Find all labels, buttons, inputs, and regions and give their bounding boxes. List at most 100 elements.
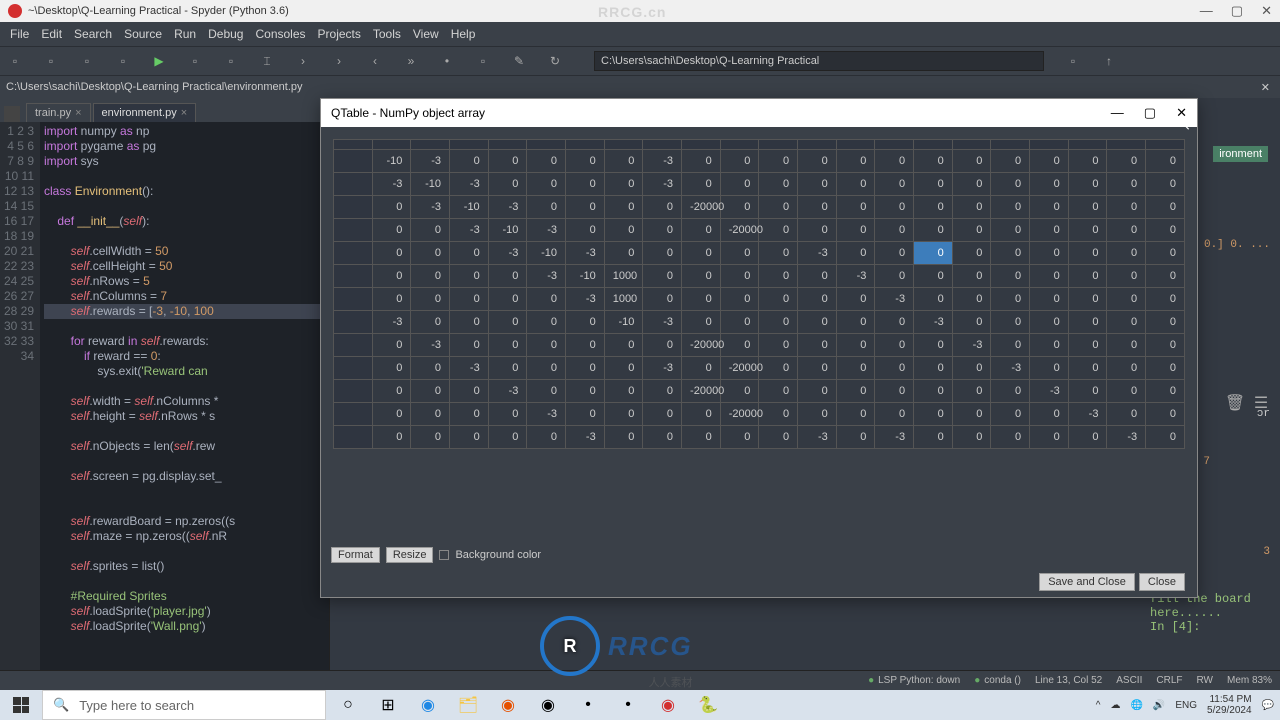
code-editor[interactable]: import numpy as np import pygame as pg i… xyxy=(40,122,329,720)
minimize-button[interactable]: — xyxy=(1200,3,1213,19)
table-cell[interactable]: 0 xyxy=(1146,196,1185,219)
table-cell[interactable]: 0 xyxy=(952,380,991,403)
table-cell[interactable]: 0 xyxy=(1068,426,1107,449)
table-cell[interactable]: 0 xyxy=(798,219,837,242)
table-cell[interactable]: 0 xyxy=(527,334,566,357)
table-cell[interactable]: 0 xyxy=(914,173,953,196)
table-cell[interactable]: 0 xyxy=(1146,334,1185,357)
table-cell[interactable]: 0 xyxy=(1030,288,1069,311)
tray-lang-icon[interactable]: ENG xyxy=(1175,700,1197,711)
table-cell[interactable]: 0 xyxy=(527,150,566,173)
table-cell[interactable]: 0 xyxy=(1030,196,1069,219)
new-file-icon[interactable]: ▫ xyxy=(8,54,22,68)
table-cell[interactable]: 0 xyxy=(488,403,527,426)
table-cell[interactable]: 0 xyxy=(1146,173,1185,196)
table-cell[interactable]: -3 xyxy=(527,403,566,426)
table-cell[interactable]: 0 xyxy=(836,311,875,334)
table-cell[interactable]: 0 xyxy=(836,150,875,173)
run-selection-icon[interactable]: ⌶ xyxy=(260,54,274,68)
table-cell[interactable]: 0 xyxy=(1030,426,1069,449)
table-cell[interactable]: 0 xyxy=(798,288,837,311)
row-header[interactable] xyxy=(334,150,373,173)
table-cell[interactable]: 0 xyxy=(604,219,643,242)
table-cell[interactable]: 0 xyxy=(604,334,643,357)
table-cell[interactable]: 0 xyxy=(1030,357,1069,380)
table-cell[interactable]: 0 xyxy=(1146,242,1185,265)
table-cell[interactable]: 0 xyxy=(682,265,721,288)
table-cell[interactable]: 0 xyxy=(1030,403,1069,426)
table-cell[interactable]: 0 xyxy=(566,173,605,196)
table-cell[interactable]: 0 xyxy=(836,219,875,242)
table-cell[interactable]: 0 xyxy=(875,357,914,380)
row-header[interactable] xyxy=(334,357,373,380)
table-cell[interactable]: 0 xyxy=(914,288,953,311)
table-cell[interactable]: 0 xyxy=(566,403,605,426)
debug-icon[interactable]: › xyxy=(296,54,310,68)
table-cell[interactable]: 0 xyxy=(372,196,411,219)
table-cell[interactable]: 0 xyxy=(604,380,643,403)
menu-view[interactable]: View xyxy=(407,25,445,43)
table-cell[interactable]: 0 xyxy=(372,219,411,242)
table-cell[interactable]: 0 xyxy=(952,426,991,449)
table-cell[interactable]: 0 xyxy=(450,380,489,403)
table-cell[interactable]: 0 xyxy=(488,357,527,380)
table-cell[interactable]: 0 xyxy=(411,311,450,334)
table-cell[interactable]: 0 xyxy=(527,311,566,334)
table-cell[interactable]: -20000 xyxy=(682,196,721,219)
table-cell[interactable]: 0 xyxy=(1146,150,1185,173)
table-cell[interactable]: 0 xyxy=(450,334,489,357)
tray-clock[interactable]: 11:54 PM 5/29/2024 xyxy=(1207,694,1252,716)
table-cell[interactable]: 0 xyxy=(914,242,953,265)
table-cell[interactable]: 0 xyxy=(914,357,953,380)
table-cell[interactable]: 0 xyxy=(372,265,411,288)
table-cell[interactable]: 0 xyxy=(952,242,991,265)
edge-icon[interactable]: ◉ xyxy=(410,690,446,720)
table-cell[interactable]: 0 xyxy=(1068,242,1107,265)
step-icon[interactable]: › xyxy=(332,54,346,68)
table-cell[interactable]: 0 xyxy=(682,150,721,173)
table-cell[interactable]: -10 xyxy=(566,265,605,288)
table-cell[interactable]: -3 xyxy=(566,288,605,311)
table-cell[interactable]: 0 xyxy=(759,265,798,288)
menu-run[interactable]: Run xyxy=(168,25,202,43)
table-cell[interactable]: 0 xyxy=(798,265,837,288)
bgcolor-checkbox[interactable] xyxy=(439,550,449,560)
row-header[interactable] xyxy=(334,380,373,403)
menu-source[interactable]: Source xyxy=(118,25,168,43)
table-cell[interactable]: -3 xyxy=(643,173,682,196)
table-cell[interactable]: 0 xyxy=(643,426,682,449)
table-cell[interactable]: 0 xyxy=(759,403,798,426)
table-cell[interactable]: 0 xyxy=(991,265,1030,288)
row-header[interactable] xyxy=(334,311,373,334)
table-cell[interactable]: 0 xyxy=(1146,311,1185,334)
table-cell[interactable]: 0 xyxy=(643,242,682,265)
table-cell[interactable]: 0 xyxy=(604,196,643,219)
table-cell[interactable]: 0 xyxy=(450,311,489,334)
table-cell[interactable]: 0 xyxy=(488,288,527,311)
table-cell[interactable]: 0 xyxy=(759,150,798,173)
table-cell[interactable]: 0 xyxy=(643,219,682,242)
table-cell[interactable]: 0 xyxy=(411,357,450,380)
table-cell[interactable]: 0 xyxy=(643,380,682,403)
table-cell[interactable]: -3 xyxy=(411,150,450,173)
table-cell[interactable]: 0 xyxy=(1107,196,1146,219)
save-and-close-button[interactable]: Save and Close xyxy=(1039,573,1135,591)
tab-environment-py[interactable]: environment.py× xyxy=(93,103,197,122)
maximize-button[interactable]: ▢ xyxy=(1231,3,1243,19)
table-cell[interactable]: 0 xyxy=(682,173,721,196)
table-cell[interactable]: 0 xyxy=(798,150,837,173)
explorer-icon[interactable]: 🗂 xyxy=(450,690,486,720)
table-cell[interactable]: 0 xyxy=(488,334,527,357)
table-cell[interactable]: 0 xyxy=(450,426,489,449)
table-cell[interactable]: 0 xyxy=(682,311,721,334)
table-cell[interactable]: -20000 xyxy=(720,219,759,242)
config-icon[interactable]: ✎ xyxy=(512,54,526,68)
table-cell[interactable]: 0 xyxy=(372,288,411,311)
table-cell[interactable]: -10 xyxy=(527,242,566,265)
table-cell[interactable]: 1000 xyxy=(604,288,643,311)
table-cell[interactable]: 0 xyxy=(952,150,991,173)
table-cell[interactable]: 0 xyxy=(798,403,837,426)
close-icon[interactable]: × xyxy=(181,107,187,119)
table-cell[interactable]: 0 xyxy=(720,311,759,334)
save-icon[interactable]: ▫ xyxy=(80,54,94,68)
